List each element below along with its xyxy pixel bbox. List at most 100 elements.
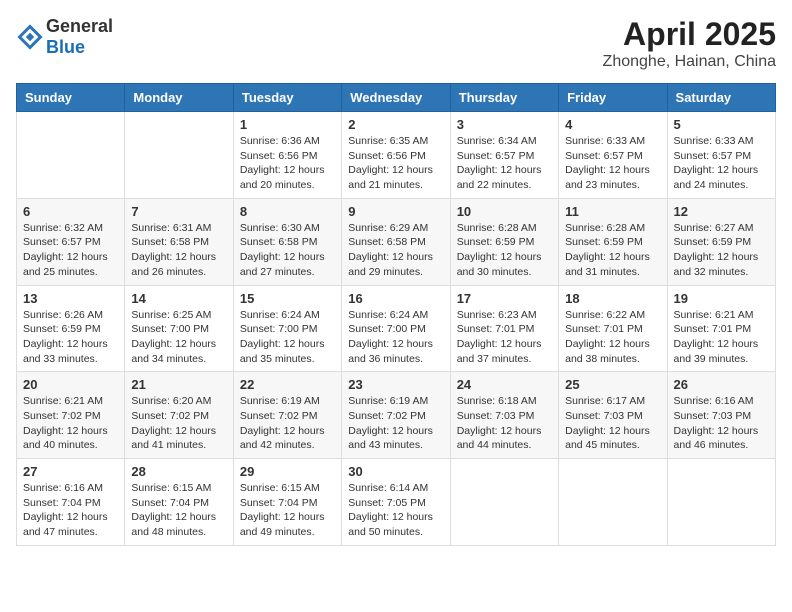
calendar-week-row: 20 Sunrise: 6:21 AMSunset: 7:02 PMDayligh… <box>17 372 776 459</box>
day-detail: Sunrise: 6:21 AMSunset: 7:01 PMDaylight:… <box>674 308 769 367</box>
weekday-header: Friday <box>559 84 667 112</box>
day-detail: Sunrise: 6:19 AMSunset: 7:02 PMDaylight:… <box>240 394 335 453</box>
calendar-day-cell: 3 Sunrise: 6:34 AMSunset: 6:57 PMDaylight… <box>450 112 558 199</box>
day-detail: Sunrise: 6:27 AMSunset: 6:59 PMDaylight:… <box>674 221 769 280</box>
day-number: 25 <box>565 377 660 392</box>
day-detail: Sunrise: 6:20 AMSunset: 7:02 PMDaylight:… <box>131 394 226 453</box>
day-number: 12 <box>674 204 769 219</box>
day-detail: Sunrise: 6:28 AMSunset: 6:59 PMDaylight:… <box>457 221 552 280</box>
day-detail: Sunrise: 6:28 AMSunset: 6:59 PMDaylight:… <box>565 221 660 280</box>
logo-blue-text: Blue <box>46 37 85 57</box>
day-number: 8 <box>240 204 335 219</box>
weekday-header: Saturday <box>667 84 775 112</box>
day-number: 22 <box>240 377 335 392</box>
calendar-week-row: 27Sunrise: 6:16 AMSunset: 7:04 PMDayligh… <box>17 459 776 546</box>
day-number: 21 <box>131 377 226 392</box>
calendar-day-cell: 7Sunrise: 6:31 AMSunset: 6:58 PMDaylight… <box>125 198 233 285</box>
day-number: 9 <box>348 204 443 219</box>
calendar-day-cell: 1Sunrise: 6:36 AMSunset: 6:56 PMDaylight… <box>233 112 341 199</box>
day-detail: Sunrise: 6:32 AMSunset: 6:57 PMDaylight:… <box>23 221 118 280</box>
weekday-header: Tuesday <box>233 84 341 112</box>
calendar-day-cell: 27Sunrise: 6:16 AMSunset: 7:04 PMDayligh… <box>17 459 125 546</box>
calendar-day-cell: 4 Sunrise: 6:33 AMSunset: 6:57 PMDaylight… <box>559 112 667 199</box>
calendar-day-cell: 30 Sunrise: 6:14 AMSunset: 7:05 PMDayligh… <box>342 459 450 546</box>
day-number: 23 <box>348 377 443 392</box>
calendar-day-cell: 5 Sunrise: 6:33 AMSunset: 6:57 PMDaylight… <box>667 112 775 199</box>
day-detail: Sunrise: 6:36 AMSunset: 6:56 PMDaylight:… <box>240 134 335 193</box>
calendar-day-cell: 20 Sunrise: 6:21 AMSunset: 7:02 PMDayligh… <box>17 372 125 459</box>
calendar-day-cell: 15 Sunrise: 6:24 AMSunset: 7:00 PMDayligh… <box>233 285 341 372</box>
day-number: 7 <box>131 204 226 219</box>
calendar-day-cell: 9Sunrise: 6:29 AMSunset: 6:58 PMDaylight… <box>342 198 450 285</box>
day-number: 4 <box>565 117 660 132</box>
calendar-table: SundayMondayTuesdayWednesdayThursdayFrid… <box>16 83 776 546</box>
day-number: 16 <box>348 291 443 306</box>
day-detail: Sunrise: 6:30 AMSunset: 6:58 PMDaylight:… <box>240 221 335 280</box>
day-number: 19 <box>674 291 769 306</box>
calendar-day-cell <box>450 459 558 546</box>
day-detail: Sunrise: 6:21 AMSunset: 7:02 PMDaylight:… <box>23 394 118 453</box>
calendar-day-cell <box>559 459 667 546</box>
day-detail: Sunrise: 6:16 AMSunset: 7:04 PMDaylight:… <box>23 481 118 540</box>
calendar-day-cell: 8 Sunrise: 6:30 AMSunset: 6:58 PMDaylight… <box>233 198 341 285</box>
day-detail: Sunrise: 6:17 AMSunset: 7:03 PMDaylight:… <box>565 394 660 453</box>
calendar-day-cell: 23 Sunrise: 6:19 AMSunset: 7:02 PMDayligh… <box>342 372 450 459</box>
calendar-day-cell <box>125 112 233 199</box>
calendar-day-cell: 25 Sunrise: 6:17 AMSunset: 7:03 PMDayligh… <box>559 372 667 459</box>
day-detail: Sunrise: 6:15 AMSunset: 7:04 PMDaylight:… <box>131 481 226 540</box>
calendar-day-cell: 19 Sunrise: 6:21 AMSunset: 7:01 PMDayligh… <box>667 285 775 372</box>
day-number: 15 <box>240 291 335 306</box>
page-header: General Blue April 2025 Zhonghe, Hainan,… <box>16 16 776 71</box>
day-detail: Sunrise: 6:26 AMSunset: 6:59 PMDaylight:… <box>23 308 118 367</box>
day-detail: Sunrise: 6:15 AMSunset: 7:04 PMDaylight:… <box>240 481 335 540</box>
title-block: April 2025 Zhonghe, Hainan, China <box>603 16 776 71</box>
logo: General Blue <box>16 16 113 58</box>
calendar-title: April 2025 <box>603 16 776 53</box>
calendar-day-cell: 22 Sunrise: 6:19 AMSunset: 7:02 PMDayligh… <box>233 372 341 459</box>
calendar-day-cell: 11 Sunrise: 6:28 AMSunset: 6:59 PMDayligh… <box>559 198 667 285</box>
weekday-header: Sunday <box>17 84 125 112</box>
day-number: 28 <box>131 464 226 479</box>
calendar-day-cell: 12 Sunrise: 6:27 AMSunset: 6:59 PMDayligh… <box>667 198 775 285</box>
day-detail: Sunrise: 6:33 AMSunset: 6:57 PMDaylight:… <box>674 134 769 193</box>
calendar-week-row: 6Sunrise: 6:32 AMSunset: 6:57 PMDaylight… <box>17 198 776 285</box>
calendar-week-row: 13Sunrise: 6:26 AMSunset: 6:59 PMDayligh… <box>17 285 776 372</box>
day-detail: Sunrise: 6:33 AMSunset: 6:57 PMDaylight:… <box>565 134 660 193</box>
calendar-day-cell: 14 Sunrise: 6:25 AMSunset: 7:00 PMDayligh… <box>125 285 233 372</box>
calendar-day-cell: 29 Sunrise: 6:15 AMSunset: 7:04 PMDayligh… <box>233 459 341 546</box>
calendar-header-row: SundayMondayTuesdayWednesdayThursdayFrid… <box>17 84 776 112</box>
calendar-day-cell <box>17 112 125 199</box>
day-number: 26 <box>674 377 769 392</box>
day-number: 20 <box>23 377 118 392</box>
day-detail: Sunrise: 6:24 AMSunset: 7:00 PMDaylight:… <box>240 308 335 367</box>
day-detail: Sunrise: 6:25 AMSunset: 7:00 PMDaylight:… <box>131 308 226 367</box>
calendar-day-cell: 6Sunrise: 6:32 AMSunset: 6:57 PMDaylight… <box>17 198 125 285</box>
day-detail: Sunrise: 6:19 AMSunset: 7:02 PMDaylight:… <box>348 394 443 453</box>
weekday-header: Thursday <box>450 84 558 112</box>
day-number: 10 <box>457 204 552 219</box>
calendar-day-cell <box>667 459 775 546</box>
calendar-day-cell: 18 Sunrise: 6:22 AMSunset: 7:01 PMDayligh… <box>559 285 667 372</box>
day-detail: Sunrise: 6:16 AMSunset: 7:03 PMDaylight:… <box>674 394 769 453</box>
calendar-day-cell: 13Sunrise: 6:26 AMSunset: 6:59 PMDayligh… <box>17 285 125 372</box>
logo-icon <box>16 23 44 51</box>
day-detail: Sunrise: 6:23 AMSunset: 7:01 PMDaylight:… <box>457 308 552 367</box>
day-number: 17 <box>457 291 552 306</box>
day-number: 3 <box>457 117 552 132</box>
day-detail: Sunrise: 6:34 AMSunset: 6:57 PMDaylight:… <box>457 134 552 193</box>
calendar-day-cell: 28 Sunrise: 6:15 AMSunset: 7:04 PMDayligh… <box>125 459 233 546</box>
day-number: 2 <box>348 117 443 132</box>
day-number: 5 <box>674 117 769 132</box>
day-number: 29 <box>240 464 335 479</box>
day-detail: Sunrise: 6:14 AMSunset: 7:05 PMDaylight:… <box>348 481 443 540</box>
weekday-header: Wednesday <box>342 84 450 112</box>
day-number: 18 <box>565 291 660 306</box>
calendar-day-cell: 2Sunrise: 6:35 AMSunset: 6:56 PMDaylight… <box>342 112 450 199</box>
day-detail: Sunrise: 6:22 AMSunset: 7:01 PMDaylight:… <box>565 308 660 367</box>
day-number: 14 <box>131 291 226 306</box>
day-number: 30 <box>348 464 443 479</box>
logo-general-text: General <box>46 16 113 36</box>
calendar-day-cell: 10 Sunrise: 6:28 AMSunset: 6:59 PMDayligh… <box>450 198 558 285</box>
day-number: 24 <box>457 377 552 392</box>
day-number: 11 <box>565 204 660 219</box>
